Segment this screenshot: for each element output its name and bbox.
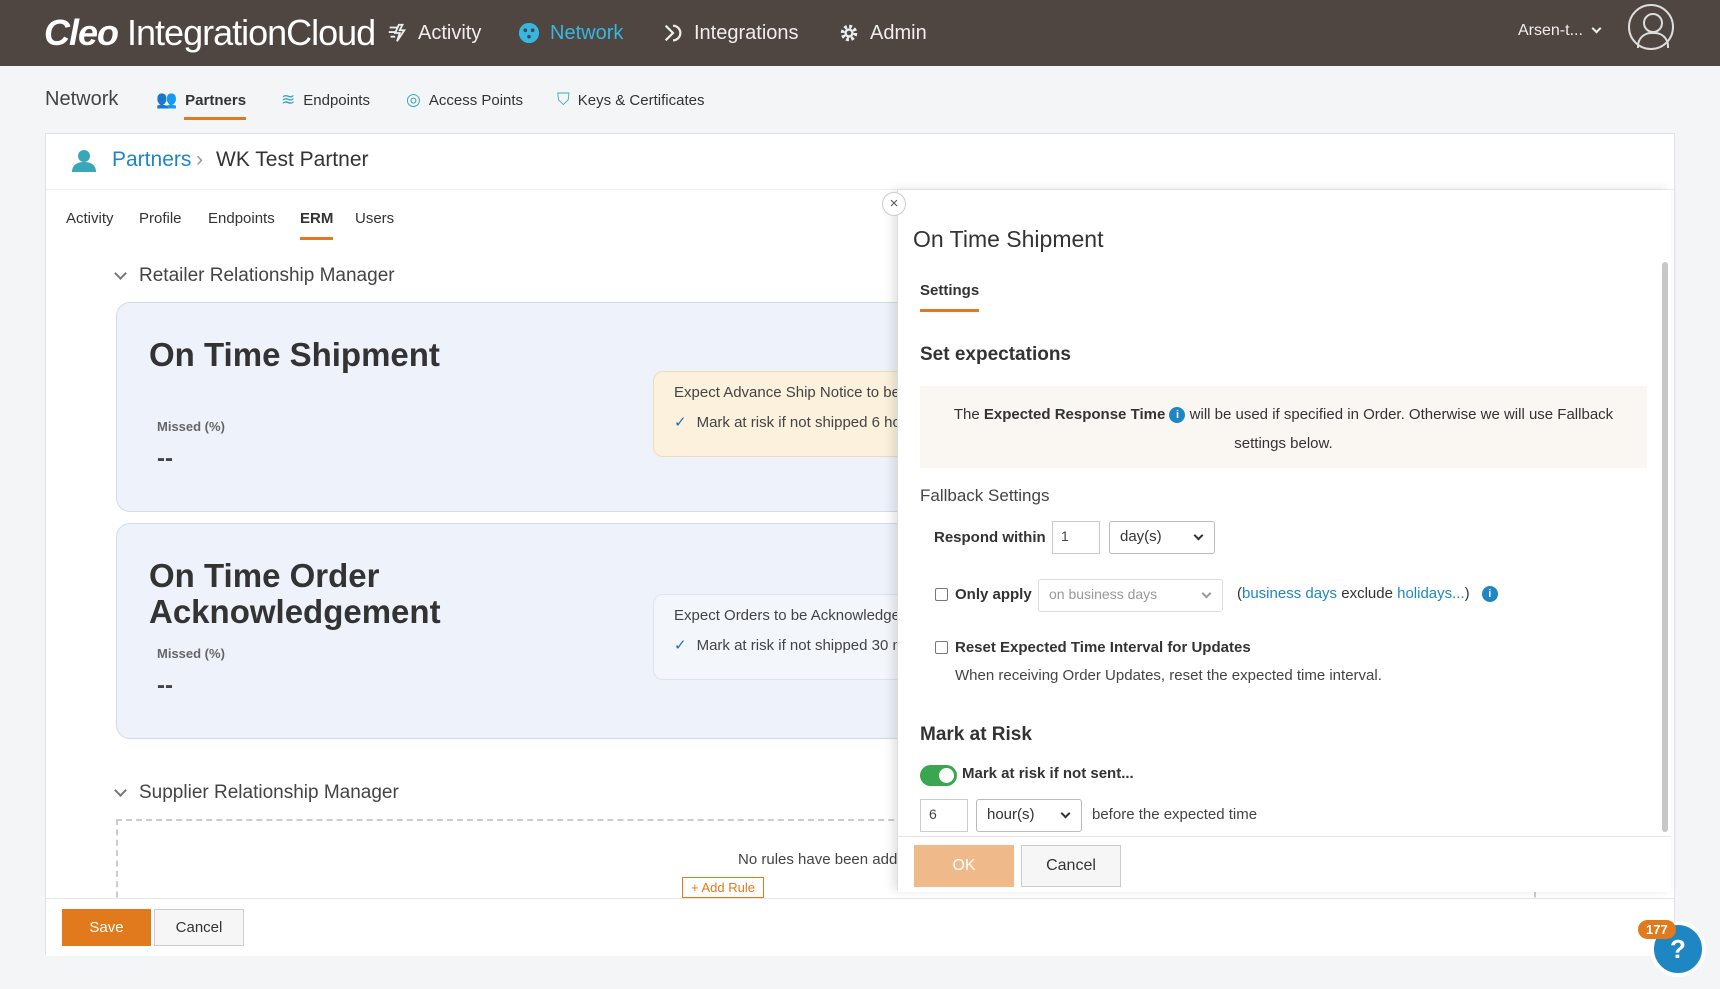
add-rule-button[interactable]: + Add Rule [682,877,764,898]
rule-settings-panel: On Time Shipment Settings Set expectatio… [897,190,1671,892]
close-panel-button[interactable]: × [882,192,906,216]
layers-icon: ≋ [281,90,296,109]
missed-value: -- [157,672,173,699]
check-icon: ✓ [674,414,687,431]
tab-users[interactable]: Users [355,210,394,227]
nav-network[interactable]: Network [518,18,623,48]
tab-activity[interactable]: Activity [66,210,114,227]
nav-activity[interactable]: Activity [386,18,481,48]
business-days-link[interactable]: business days [1242,585,1337,602]
panel-title: On Time Shipment [913,226,1104,252]
tab-endpoints[interactable]: Endpoints [208,210,275,227]
gear-icon [840,24,858,42]
ok-button[interactable]: OK [914,845,1014,887]
info-icon[interactable]: i [1169,407,1186,423]
avatar[interactable] [1628,4,1674,50]
activity-icon [388,23,407,42]
breadcrumb-partners-link[interactable]: Partners [112,148,191,172]
business-days-note: (business days exclude holidays...) i [1237,585,1498,602]
breadcrumb: Partners › WK Test Partner [46,134,1674,190]
shield-icon: ⛉ [557,90,570,109]
mark-at-risk-toggle-label: Mark at risk if not sent... [962,765,1134,782]
missed-label: Missed (%) [157,646,225,661]
chevron-down-icon [114,784,127,797]
missed-value: -- [157,445,173,472]
chevron-down-icon [1591,23,1602,34]
check-icon: ✓ [674,637,687,654]
subtab-endpoints[interactable]: ≋ Endpoints [281,90,370,110]
respond-within-input[interactable]: 1 [1052,521,1100,554]
risk-unit-select[interactable]: hour(s) [976,799,1082,832]
set-expectations-heading: Set expectations [920,344,1071,365]
tab-profile[interactable]: Profile [139,210,182,227]
notification-badge: 177 [1638,920,1676,939]
partners-icon [72,150,96,172]
top-navbar: Cleo IntegrationCloud Activity Network I… [0,0,1720,66]
plus-icon: + [691,880,702,895]
mark-at-risk-heading: Mark at Risk [920,724,1032,745]
holidays-link[interactable]: holidays... [1397,585,1465,602]
cancel-button[interactable]: Cancel [154,909,244,946]
panel-cancel-button[interactable]: Cancel [1021,845,1121,887]
footer-bar: Save Cancel [46,898,1674,956]
signal-icon: ◎ [406,90,421,109]
nav-admin[interactable]: Admin [838,18,927,48]
reset-interval-label: Reset Expected Time Interval for Updates [955,639,1251,656]
mark-at-risk-toggle[interactable] [920,765,957,786]
partners-icon: 👥 [156,90,178,109]
nav-integrations[interactable]: Integrations [662,18,799,48]
only-apply-label: Only apply [955,586,1032,603]
expected-response-info: The Expected Response Time i will be use… [920,386,1647,468]
panel-footer: OK Cancel [898,836,1671,892]
save-button[interactable]: Save [62,909,151,946]
business-days-select[interactable]: on business days [1038,579,1223,612]
missed-label: Missed (%) [157,419,225,434]
chevron-down-icon [114,267,127,280]
network-icon [518,22,540,44]
breadcrumb-current: WK Test Partner [216,148,369,171]
rule-title: On Time Shipment [149,336,440,373]
chevron-down-icon [1201,588,1212,599]
reset-interval-desc: When receiving Order Updates, reset the … [955,667,1382,684]
user-menu[interactable]: Arsen-t... [1518,22,1602,40]
integrations-icon [664,24,682,42]
rule-title: On Time Order Acknowledgement [149,557,441,630]
breadcrumb-separator: › [196,148,203,171]
respond-unit-select[interactable]: day(s) [1109,521,1215,554]
panel-scrollbar[interactable] [1662,262,1668,832]
subtab-access-points[interactable]: ◎ Access Points [406,90,523,110]
subtab-partners[interactable]: 👥 Partners [156,90,247,120]
subtab-keys-certificates[interactable]: ⛉ Keys & Certificates [557,90,704,110]
app-logo[interactable]: Cleo IntegrationCloud [44,12,376,54]
help-icon: ? [1670,934,1686,964]
tab-settings[interactable]: Settings [920,282,980,312]
info-icon[interactable]: i [1481,586,1498,602]
risk-value-input[interactable]: 6 [920,799,968,832]
respond-within-label: Respond within [934,529,1046,546]
chevron-down-icon [1060,808,1071,819]
reset-interval-checkbox[interactable] [935,641,948,654]
retailer-section-header[interactable]: Retailer Relationship Manager [114,265,395,287]
only-apply-checkbox[interactable] [935,588,948,601]
chevron-down-icon [1193,530,1204,541]
risk-suffix: before the expected time [1092,806,1258,823]
supplier-section-header[interactable]: Supplier Relationship Manager [114,782,399,804]
section-title: Network [45,88,119,110]
fallback-heading: Fallback Settings [920,486,1050,505]
tab-erm[interactable]: ERM [300,210,334,240]
